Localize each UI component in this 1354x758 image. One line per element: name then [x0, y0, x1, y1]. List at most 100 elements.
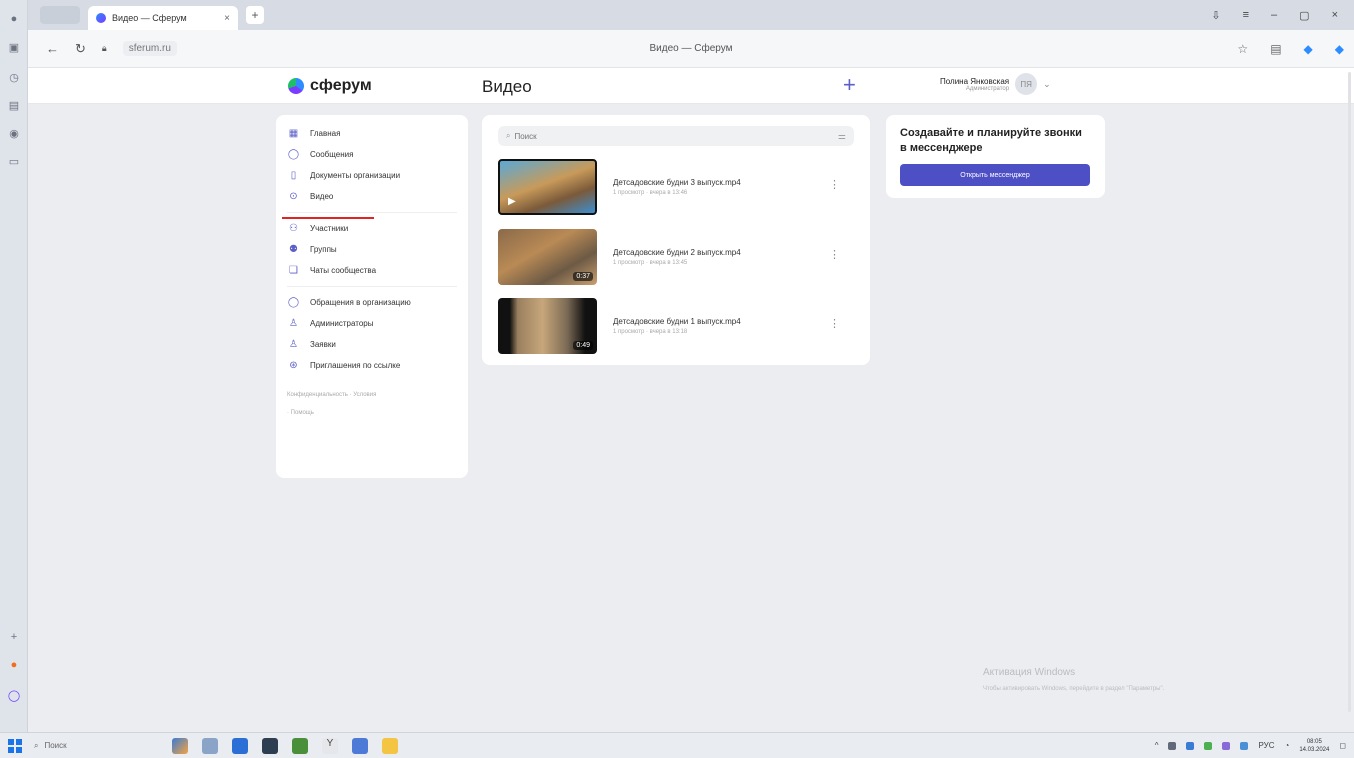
search-input[interactable]: [514, 131, 838, 141]
edge-icon[interactable]: [352, 737, 368, 754]
close-tab-icon[interactable]: ×: [224, 13, 230, 24]
maximize-icon[interactable]: ▢: [1299, 9, 1309, 22]
bookmarks-icon[interactable]: ▣: [5, 38, 23, 56]
filter-icon[interactable]: ⚌: [838, 131, 846, 142]
more-options-icon[interactable]: ⋮: [829, 178, 840, 191]
nav-item-appeals[interactable]: ◯ Обращения в организацию: [276, 292, 468, 313]
wifi-icon[interactable]: ◔: [1284, 741, 1289, 750]
more-options-icon[interactable]: ⋮: [829, 248, 840, 261]
nav-item-video[interactable]: ⊙ Видео: [276, 186, 468, 207]
clock[interactable]: 08:05 14.03.2024: [1299, 738, 1329, 754]
video-item[interactable]: 0:37 Детсадовские будни 2 выпуск.mp4 1 п…: [498, 228, 858, 286]
video-thumbnail[interactable]: 0:37: [498, 229, 597, 285]
yandex-browser-icon[interactable]: Y: [322, 737, 338, 754]
media-icon[interactable]: ◉: [5, 124, 23, 142]
extension-icon[interactable]: ◆: [1304, 42, 1313, 56]
terms-link[interactable]: Условия: [353, 392, 376, 398]
video-title[interactable]: Детсадовские будни 2 выпуск.mp4: [613, 248, 741, 257]
profile-menu[interactable]: Полина Янковская Администратор ПЯ ⌄: [940, 73, 1051, 95]
tray-app-icon[interactable]: [1186, 741, 1195, 750]
document-icon: ▯: [290, 170, 297, 181]
system-tray: ^ РУС ◔ 08:05 14.03.2024 ◻: [1155, 738, 1354, 754]
profile-role: Администратор: [965, 85, 1010, 92]
reload-icon[interactable]: ↻: [75, 41, 86, 57]
footer-links: Конфиденциальность · Условия · Помощь: [287, 392, 377, 416]
collections-icon[interactable]: ▤: [5, 96, 23, 114]
windows-start-icon[interactable]: [8, 738, 22, 753]
close-icon[interactable]: ×: [1332, 9, 1338, 22]
downloads-icon[interactable]: ⇩: [1211, 9, 1220, 22]
app-orange-icon[interactable]: ●: [5, 656, 23, 674]
nav-item-link-invites[interactable]: ⊛ Приглашения по ссылке: [276, 355, 468, 376]
nav-item-community-chats[interactable]: ❏ Чаты сообщества: [276, 260, 468, 281]
address-bar-actions: ☆ ▤ ◆ ◆: [1237, 42, 1344, 56]
promo-title: Создавайте и планируйте звонки в мессенд…: [900, 127, 1082, 154]
tab-active[interactable]: Видео — Сферум ×: [88, 6, 238, 30]
back-icon[interactable]: ←: [46, 41, 59, 56]
sferum-logo[interactable]: сферум: [288, 77, 372, 95]
video-thumbnail[interactable]: ▶: [498, 159, 597, 215]
app-header: сферум Видео + Полина Янковская Админист…: [28, 68, 1354, 104]
sferum-favicon-icon: [96, 13, 106, 23]
divider: [287, 212, 457, 213]
store-icon[interactable]: [262, 737, 278, 754]
video-meta: 1 просмотр · вчера в 13:18: [613, 329, 688, 335]
chat-icon: ◯: [287, 149, 300, 160]
tray-app-icon[interactable]: [1222, 741, 1231, 750]
history-icon[interactable]: ◷: [5, 68, 23, 86]
url-field[interactable]: sferum.ru: [122, 41, 177, 56]
lang-indicator[interactable]: РУС: [1258, 741, 1274, 750]
page-scrollbar[interactable]: [1348, 72, 1351, 712]
bookmark-icon[interactable]: ☆: [1237, 42, 1248, 56]
chevron-down-icon[interactable]: ⌄: [1043, 79, 1051, 90]
nav-item-messages[interactable]: ◯ Сообщения: [276, 144, 468, 165]
nav-item-members[interactable]: ⚇ Участники: [276, 218, 468, 239]
nav-item-groups[interactable]: ⚉ Группы: [276, 239, 468, 260]
nav-item-requests[interactable]: ♙ Заявки: [276, 334, 468, 355]
nav-label: Главная: [310, 129, 341, 138]
video-title[interactable]: Детсадовские будни 1 выпуск.mp4: [613, 317, 741, 326]
video-thumbnail[interactable]: 0:49: [498, 298, 597, 354]
chat-app-icon[interactable]: [232, 737, 248, 754]
video-title[interactable]: Детсадовские будни 3 выпуск.mp4: [613, 178, 741, 187]
more-options-icon[interactable]: ⋮: [829, 317, 840, 330]
lock-icon: 🔒︎: [101, 43, 107, 53]
screenshots-icon[interactable]: ▭: [5, 152, 23, 170]
help-link[interactable]: Помощь: [291, 410, 314, 416]
search-icon: ⌕: [506, 131, 511, 140]
alice-icon[interactable]: ◯: [5, 686, 23, 704]
tray-app-icon[interactable]: [1168, 741, 1177, 750]
add-button[interactable]: +: [843, 72, 856, 98]
clock-time: 08:05: [1306, 738, 1322, 745]
tray-app-icon[interactable]: [1240, 741, 1249, 750]
nav-item-documents[interactable]: ▯ Документы организации: [276, 165, 468, 186]
profile-icon[interactable]: ●: [5, 10, 23, 28]
windows-activation-watermark: Активация Windows Чтобы активировать Win…: [983, 667, 1164, 692]
minimize-icon[interactable]: –: [1271, 9, 1277, 22]
weather-icon[interactable]: [172, 737, 188, 754]
extension2-icon[interactable]: ◆: [1335, 42, 1344, 56]
nav-item-home[interactable]: ▦ Главная: [276, 123, 468, 144]
video-duration: 0:37: [573, 272, 593, 281]
tray-app-icon[interactable]: [1204, 741, 1213, 750]
reader-icon[interactable]: ▤: [1270, 42, 1281, 56]
open-messenger-button[interactable]: Открыть мессенджер: [900, 164, 1090, 186]
minecraft-icon[interactable]: [292, 737, 308, 754]
tab-groups-button[interactable]: [40, 6, 80, 24]
messenger-promo-card: Создавайте и планируйте звонки в мессенд…: [886, 115, 1105, 198]
notifications-icon[interactable]: ◻: [1339, 741, 1346, 750]
tray-chevron-icon[interactable]: ^: [1155, 741, 1159, 750]
add-panel-icon[interactable]: +: [5, 628, 23, 646]
search-box[interactable]: ⌕ ⚌: [498, 126, 854, 146]
taskbar-search[interactable]: ⌕ Поиск: [34, 738, 144, 754]
file-explorer-icon[interactable]: [382, 737, 398, 754]
new-tab-button[interactable]: +: [246, 6, 264, 24]
play-icon: ⊙: [289, 191, 298, 202]
avatar[interactable]: ПЯ: [1015, 73, 1038, 95]
nav-item-admins[interactable]: ♙ Администраторы: [276, 313, 468, 334]
menu-icon[interactable]: ≡: [1243, 9, 1249, 22]
video-item[interactable]: ▶ Детсадовские будни 3 выпуск.mp4 1 прос…: [498, 158, 858, 216]
privacy-link[interactable]: Конфиденциальность: [287, 392, 348, 398]
video-item[interactable]: 0:49 Детсадовские будни 1 выпуск.mp4 1 п…: [498, 297, 858, 355]
widgets-icon[interactable]: [202, 737, 218, 754]
